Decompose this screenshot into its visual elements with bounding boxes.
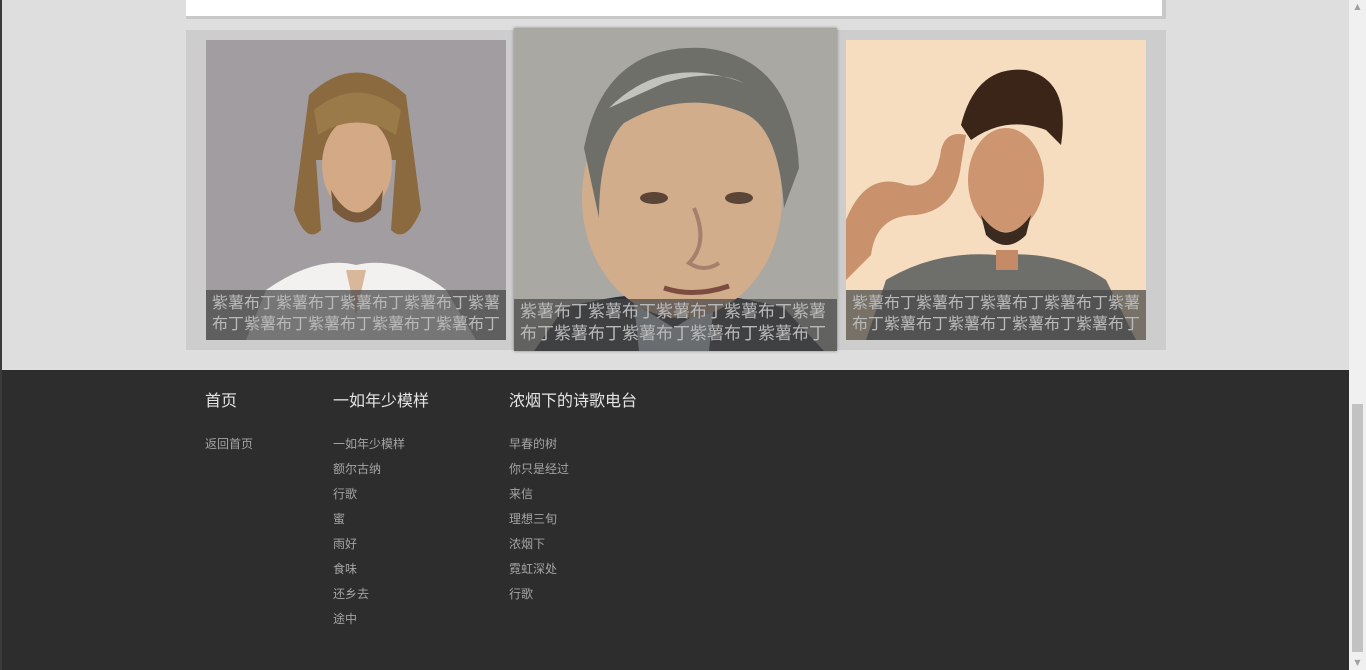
footer-link[interactable]: 一如年少模样 [333,432,429,457]
page: 紫薯布丁紫薯布丁紫薯布丁紫薯布丁紫薯布丁紫薯布丁紫薯布丁紫薯布丁紫薯布丁 紫薯布… [0,0,1366,670]
footer-link-list: 返回首页 [205,432,253,457]
footer-link[interactable]: 食味 [333,557,429,582]
footer-link[interactable]: 你只是经过 [509,457,637,482]
footer-column-album-2: 浓烟下的诗歌电台 早春的树 你只是经过 来信 理想三旬 浓烟下 霓虹深处 行歌 [509,390,637,607]
scroll-up-arrow-icon[interactable]: ▲ [1349,0,1366,14]
footer-link-list: 一如年少模样 额尔古纳 行歌 蜜 雨好 食味 还乡去 途中 [333,432,429,632]
footer-link-list: 早春的树 你只是经过 来信 理想三旬 浓烟下 霓虹深处 行歌 [509,432,637,607]
footer-link[interactable]: 蜜 [333,507,429,532]
card-caption: 紫薯布丁紫薯布丁紫薯布丁紫薯布丁紫薯布丁紫薯布丁紫薯布丁紫薯布丁紫薯布丁 [514,299,837,351]
gallery-card-2[interactable]: 紫薯布丁紫薯布丁紫薯布丁紫薯布丁紫薯布丁紫薯布丁紫薯布丁紫薯布丁紫薯布丁 [514,28,837,351]
gallery-card-1[interactable]: 紫薯布丁紫薯布丁紫薯布丁紫薯布丁紫薯布丁紫薯布丁紫薯布丁紫薯布丁紫薯布丁 [206,40,506,340]
footer-heading[interactable]: 浓烟下的诗歌电台 [509,390,637,412]
site-footer: 首页 返回首页 一如年少模样 一如年少模样 额尔古纳 行歌 蜜 雨好 食味 还乡… [2,370,1349,670]
footer-link[interactable]: 浓烟下 [509,532,637,557]
gallery-card-3[interactable]: 紫薯布丁紫薯布丁紫薯布丁紫薯布丁紫薯布丁紫薯布丁紫薯布丁紫薯布丁紫薯布丁 [846,40,1146,340]
card-caption: 紫薯布丁紫薯布丁紫薯布丁紫薯布丁紫薯布丁紫薯布丁紫薯布丁紫薯布丁紫薯布丁 [206,290,506,340]
footer-column-album-1: 一如年少模样 一如年少模样 额尔古纳 行歌 蜜 雨好 食味 还乡去 途中 [333,390,429,632]
content-card-bottom-edge [186,0,1162,19]
footer-heading[interactable]: 首页 [205,390,253,412]
scrollbar-thumb[interactable] [1352,404,1363,652]
footer-link[interactable]: 行歌 [333,482,429,507]
footer-link[interactable]: 早春的树 [509,432,637,457]
vertical-scrollbar[interactable]: ▲ ▼ [1349,0,1366,670]
footer-link[interactable]: 行歌 [509,582,637,607]
footer-link[interactable]: 雨好 [333,532,429,557]
scroll-down-arrow-icon[interactable]: ▼ [1349,656,1366,670]
content-card-shadow [1162,0,1166,19]
footer-column-home: 首页 返回首页 [205,390,253,457]
footer-link[interactable]: 还乡去 [333,582,429,607]
footer-link[interactable]: 额尔古纳 [333,457,429,482]
footer-link[interactable]: 理想三旬 [509,507,637,532]
footer-link[interactable]: 来信 [509,482,637,507]
footer-link[interactable]: 返回首页 [205,432,253,457]
footer-link[interactable]: 霓虹深处 [509,557,637,582]
footer-link[interactable]: 途中 [333,607,429,632]
card-caption: 紫薯布丁紫薯布丁紫薯布丁紫薯布丁紫薯布丁紫薯布丁紫薯布丁紫薯布丁紫薯布丁 [846,290,1146,340]
footer-heading[interactable]: 一如年少模样 [333,390,429,412]
